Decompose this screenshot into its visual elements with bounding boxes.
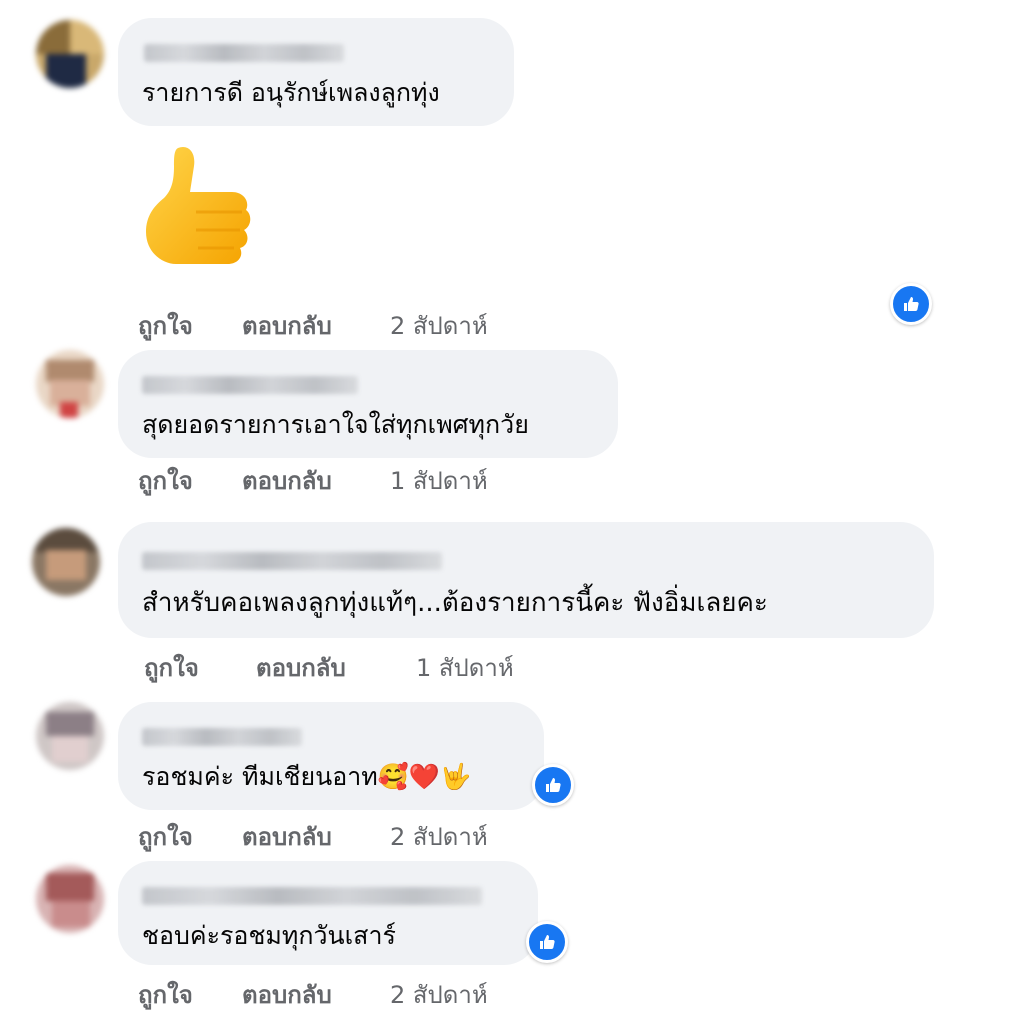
comment-text: สำหรับคอเพลงลูกทุ่งแท้ๆ...ต้องรายการนี้ค…	[142, 588, 768, 618]
like-link[interactable]: ถูกใจ	[138, 461, 193, 500]
timestamp[interactable]: 2 สัปดาห์	[390, 817, 488, 856]
comment-4: รอชมค่ะ ทีมเชียนอาท🥰❤️🤟 ถูกใจ ตอบกลับ 2 …	[0, 690, 1024, 855]
comment-text: รอชมค่ะ ทีมเชียนอาท🥰❤️🤟	[142, 762, 472, 791]
thumbs-up-icon	[540, 935, 555, 949]
thumbs-up-emoji	[146, 146, 251, 264]
avatar[interactable]	[32, 528, 100, 596]
comment-text: สุดยอดรายการเอาใจใส่ทุกเพศทุกวัย	[142, 410, 529, 439]
thumbs-up-icon	[904, 297, 919, 311]
commenter-name[interactable]	[142, 376, 358, 394]
like-reaction-badge[interactable]	[890, 283, 932, 325]
comment-bubble: รายการดี อนุรักษ์เพลงลูกทุ่ง	[118, 18, 514, 126]
reply-link[interactable]: ตอบกลับ	[256, 648, 346, 687]
like-link[interactable]: ถูกใจ	[138, 817, 193, 856]
timestamp[interactable]: 1 สัปดาห์	[390, 461, 488, 500]
comment-text: ชอบค่ะรอชมทุกวันเสาร์	[142, 921, 396, 950]
like-link[interactable]: ถูกใจ	[144, 648, 199, 687]
comment-1: รายการดี อนุรักษ์เพลงลูกทุ่ง ถูกใจ ตอบกล…	[0, 0, 1024, 340]
comment-bubble: รอชมค่ะ ทีมเชียนอาท🥰❤️🤟	[118, 702, 544, 810]
comment-bubble: สุดยอดรายการเอาใจใส่ทุกเพศทุกวัย	[118, 350, 618, 458]
commenter-name[interactable]	[144, 44, 344, 62]
thumbs-up-icon	[546, 778, 561, 792]
avatar[interactable]	[36, 350, 104, 418]
reply-link[interactable]: ตอบกลับ	[242, 975, 332, 1014]
commenter-name[interactable]	[142, 887, 482, 905]
comment-2: สุดยอดรายการเอาใจใส่ทุกเพศทุกวัย ถูกใจ ต…	[0, 340, 1024, 500]
avatar[interactable]	[36, 702, 104, 770]
comment-3: สำหรับคอเพลงลูกทุ่งแท้ๆ...ต้องรายการนี้ค…	[0, 500, 1024, 690]
comment-bubble: สำหรับคอเพลงลูกทุ่งแท้ๆ...ต้องรายการนี้ค…	[118, 522, 934, 638]
like-link[interactable]: ถูกใจ	[138, 975, 193, 1014]
commenter-name[interactable]	[142, 728, 302, 746]
commenter-name[interactable]	[142, 552, 442, 570]
avatar[interactable]	[36, 865, 104, 933]
comment-text: รายการดี อนุรักษ์เพลงลูกทุ่ง	[142, 78, 440, 107]
avatar[interactable]	[36, 20, 104, 88]
like-reaction-badge[interactable]	[526, 921, 568, 963]
reply-link[interactable]: ตอบกลับ	[242, 817, 332, 856]
like-reaction-badge[interactable]	[532, 764, 574, 806]
comment-bubble: ชอบค่ะรอชมทุกวันเสาร์	[118, 861, 538, 965]
comment-5: ชอบค่ะรอชมทุกวันเสาร์ ถูกใจ ตอบกลับ 2 สั…	[0, 855, 1024, 1022]
timestamp[interactable]: 1 สัปดาห์	[416, 648, 514, 687]
timestamp[interactable]: 2 สัปดาห์	[390, 975, 488, 1014]
reply-link[interactable]: ตอบกลับ	[242, 461, 332, 500]
